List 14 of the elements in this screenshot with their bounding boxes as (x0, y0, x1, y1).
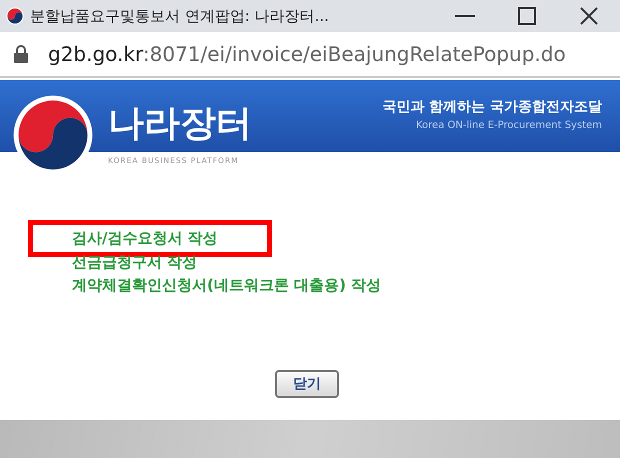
close-popup-button[interactable]: 닫기 (275, 370, 339, 398)
close-icon (580, 7, 598, 25)
slogan-english: Korea ON-line E-Procurement System (416, 120, 602, 131)
minimize-icon (455, 15, 475, 17)
slogan: 국민과 함께하는 국가종합전자조달 (382, 98, 602, 116)
url-text: g2b.go.kr:8071/ei/invoice/eiBeajungRelatePopup.do (48, 42, 566, 66)
maximize-icon (518, 7, 536, 25)
logo-text: 나라장터 (108, 104, 252, 144)
lock-icon (14, 45, 28, 63)
menu-link[interactable]: 검사/검수요청서 작성 (72, 229, 218, 248)
emblem-icon (6, 7, 24, 25)
window-title: 분할납품요구및통보서 연계팝업: 나라장터... (30, 6, 330, 26)
menu-link[interactable]: 계약체결확인신청서(네트워크론 대출용) 작성 (72, 276, 382, 295)
menu-link[interactable]: 선금급청구서 작성 (72, 253, 198, 272)
